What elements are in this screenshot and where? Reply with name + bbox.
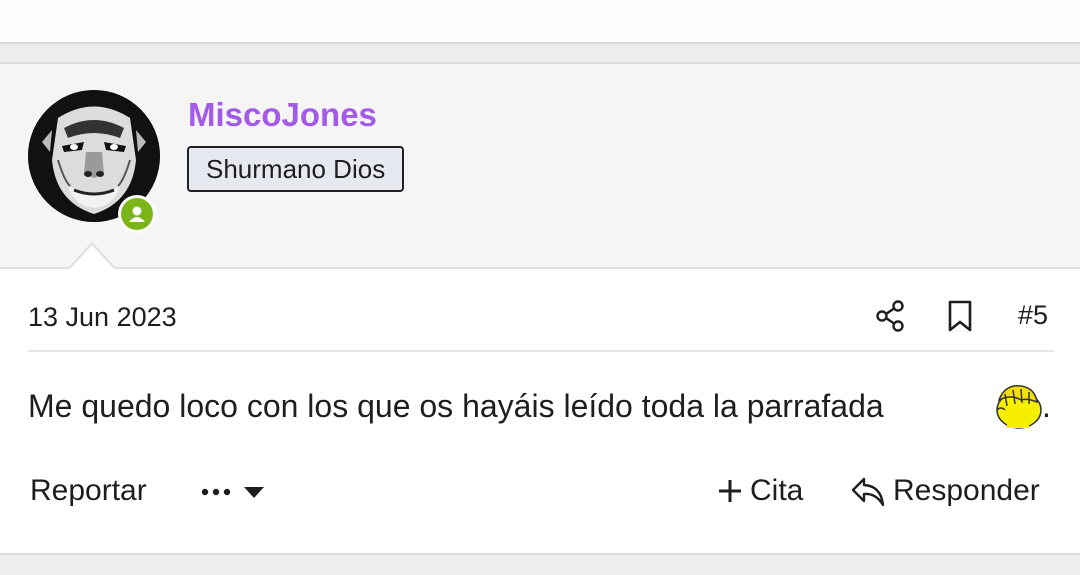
share-icon[interactable]: [874, 299, 906, 333]
post-separator-bottom: [0, 553, 1080, 575]
username-link[interactable]: MiscoJones: [188, 96, 377, 134]
online-status-icon: [118, 195, 156, 233]
reply-icon[interactable]: [850, 476, 886, 508]
more-options-button[interactable]: [200, 478, 270, 506]
post-number-link[interactable]: #5: [1018, 300, 1048, 331]
user-title-badge: Shurmano Dios: [187, 146, 405, 192]
post-message: Me quedo loco con los que os hayáis leíd…: [28, 388, 884, 424]
user-header: MiscoJones Shurmano Dios: [0, 64, 1080, 269]
top-strip: [0, 0, 1080, 42]
report-link[interactable]: Reportar: [30, 474, 147, 508]
post-separator-top: [0, 42, 1080, 64]
post-message-end: .: [1042, 388, 1051, 424]
divider: [28, 350, 1054, 352]
plus-icon[interactable]: [718, 479, 742, 503]
bookmark-icon[interactable]: [946, 299, 978, 333]
post-date-link[interactable]: 13 Jun 2023: [28, 302, 177, 333]
quote-button[interactable]: Cita: [750, 474, 803, 508]
reply-button[interactable]: Responder: [893, 474, 1040, 508]
facepalm-emoji-icon: [991, 380, 1043, 430]
header-pointer: [68, 242, 116, 269]
